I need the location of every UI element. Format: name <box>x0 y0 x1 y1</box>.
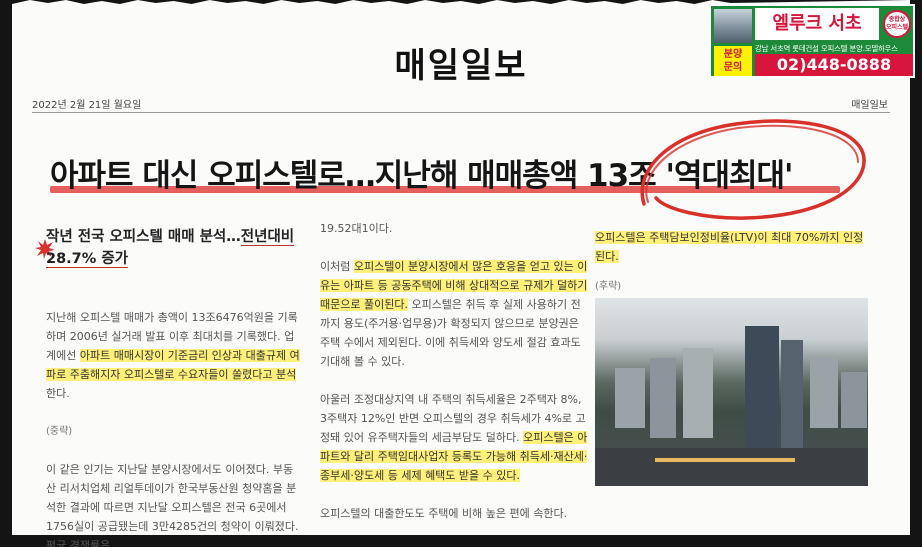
article-column-1: 지난해 오피스텔 매매가 총액이 13조6476억원을 기록하며 2006년 실… <box>46 308 301 547</box>
ad-building-thumbnail <box>714 9 752 43</box>
ad-award-badge: 종합상 오피스텔 <box>883 10 911 38</box>
ad-subtitle: 강남 서초역 롯데건설 오피스텔 분양.모델하우스 <box>755 44 898 53</box>
newspaper-brand-small: 매일일보 <box>851 100 888 111</box>
article-column-2: 19.52대1이다. 이처럼 오피스텔이 분양시장에서 많은 호응을 얻고 있는… <box>320 219 590 542</box>
subhead-line-b: 28.7% 증가 <box>46 251 129 268</box>
omission-note: (중략) <box>46 426 73 437</box>
paragraph: 오피스텔은 주택담보인정비율(LTV)이 최대 70%까지 인정된다. <box>595 228 870 266</box>
omission-note: (후략) <box>595 281 622 292</box>
article-subhead: 작년 전국 오피스텔 매매 분석…전년대비 28.7% 증가 <box>46 226 316 270</box>
subhead-emphasis: 전년대비 <box>240 229 295 246</box>
highlighted-text: 아파트 매매시장이 기준금리 인상과 대출규제 여파로 주춤해지자 오피스텔로 … <box>46 349 300 381</box>
paragraph: 아울러 조정대상지역 내 주택의 취득세율은 2주택자 8%, 3주택자 12%… <box>320 390 590 485</box>
paragraph: 19.52대1이다. <box>320 222 393 235</box>
fine-print <box>894 534 896 540</box>
publication-date: 2022년 2월 21일 월요일 <box>32 100 142 111</box>
ad-phone-number[interactable]: 02)448-0888 <box>755 54 913 76</box>
body-text: 한다. <box>46 387 70 400</box>
red-circle-annotation <box>640 119 866 220</box>
subhead-line-a: 작년 전국 오피스텔 매매 분석… <box>46 229 241 245</box>
ad-brand-name: 엘루크 서초 <box>755 8 879 40</box>
ad-inquiry-label: 분양 문의 <box>714 46 752 76</box>
paragraph: 오피스텔의 대출한도도 주택에 비해 높은 편에 속한다. <box>320 507 568 520</box>
ad-inquiry-line-b: 문의 <box>723 62 743 73</box>
building-rendering-photo <box>595 298 868 486</box>
body-text: 이처럼 <box>320 260 354 273</box>
paragraph: 지난해 오피스텔 매매가 총액이 13조6476억원을 기록하며 2006년 실… <box>46 308 301 403</box>
advertisement-banner[interactable]: 엘루크 서초 종합상 오피스텔 강남 서초역 롯데건설 오피스텔 분양.모델하우… <box>709 4 915 78</box>
highlighted-text: 오피스텔은 주택담보인정비율(LTV)이 최대 70%까지 인정된다. <box>595 231 864 263</box>
paragraph: 이 같은 인기는 지난달 분양시장에서도 이어졌다. 부동산 리서치업체 리얼투… <box>46 463 299 547</box>
paragraph: 이처럼 오피스텔이 분양시장에서 많은 호응을 얻고 있는 이유는 아파트 등 … <box>320 257 590 371</box>
ad-inquiry-line-a: 분양 <box>723 49 743 60</box>
